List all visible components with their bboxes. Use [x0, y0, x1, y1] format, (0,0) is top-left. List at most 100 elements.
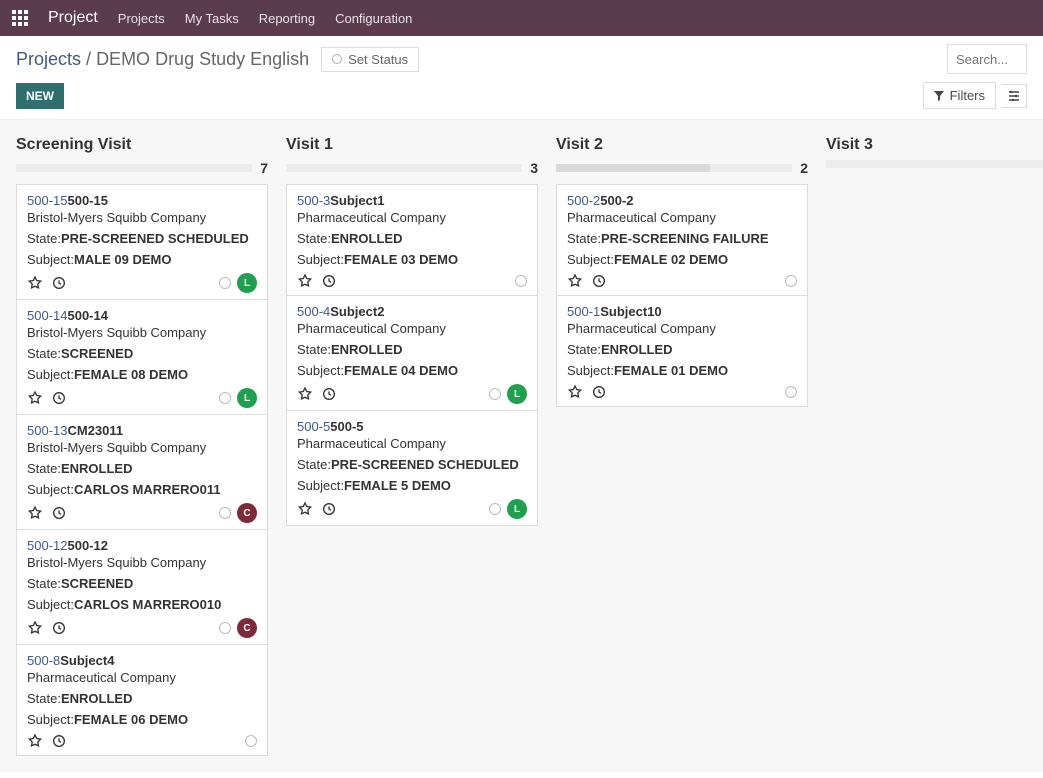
- card-state: State:SCREENED: [27, 346, 257, 361]
- task-card[interactable]: 500-5500-5 Pharmaceutical Company State:…: [286, 410, 538, 526]
- kanban-column: Screening Visit 7 500-15500-15 Bristol-M…: [16, 136, 268, 756]
- card-title[interactable]: 500-13CM23011: [27, 423, 257, 438]
- settings-icon[interactable]: [1002, 84, 1027, 108]
- nav-item[interactable]: Projects: [118, 11, 165, 26]
- task-card[interactable]: 500-2500-2 Pharmaceutical Company State:…: [556, 184, 808, 296]
- card-company: Pharmaceutical Company: [27, 670, 257, 685]
- star-icon[interactable]: [27, 275, 43, 291]
- status-dot[interactable]: [219, 507, 231, 519]
- avatar[interactable]: L: [507, 384, 527, 404]
- column-title[interactable]: Visit 2: [556, 136, 603, 154]
- card-title[interactable]: 500-8Subject4: [27, 653, 257, 668]
- avatar[interactable]: L: [237, 273, 257, 293]
- card-state: State:SCREENED: [27, 576, 257, 591]
- column-progress-bar: [556, 164, 792, 172]
- star-icon[interactable]: [27, 733, 43, 749]
- filters-button[interactable]: Filters: [923, 82, 996, 109]
- column-title[interactable]: Screening Visit: [16, 136, 131, 154]
- card-title[interactable]: 500-5500-5: [297, 419, 527, 434]
- task-card[interactable]: 500-8Subject4 Pharmaceutical Company Sta…: [16, 644, 268, 756]
- clock-icon[interactable]: [51, 390, 67, 406]
- task-card[interactable]: 500-12500-12 Bristol-Myers Squibb Compan…: [16, 529, 268, 645]
- nav-item[interactable]: Reporting: [259, 11, 315, 26]
- star-icon[interactable]: [27, 390, 43, 406]
- status-dot[interactable]: [489, 503, 501, 515]
- card-state: State:ENROLLED: [27, 691, 257, 706]
- clock-icon[interactable]: [591, 384, 607, 400]
- status-dot[interactable]: [245, 735, 257, 747]
- task-card[interactable]: 500-13CM23011 Bristol-Myers Squibb Compa…: [16, 414, 268, 530]
- card-title[interactable]: 500-15500-15: [27, 193, 257, 208]
- card-subject: Subject:FEMALE 06 DEMO: [27, 712, 257, 727]
- status-dot[interactable]: [785, 386, 797, 398]
- nav-item[interactable]: My Tasks: [185, 11, 239, 26]
- new-button[interactable]: NEW: [16, 83, 64, 109]
- star-icon[interactable]: [567, 384, 583, 400]
- avatar[interactable]: C: [237, 503, 257, 523]
- card-state: State:PRE-SCREENED SCHEDULED: [27, 231, 257, 246]
- card-company: Bristol-Myers Squibb Company: [27, 440, 257, 455]
- card-title[interactable]: 500-1Subject10: [567, 304, 797, 319]
- status-dot[interactable]: [515, 275, 527, 287]
- task-card[interactable]: 500-14500-14 Bristol-Myers Squibb Compan…: [16, 299, 268, 415]
- task-card[interactable]: 500-15500-15 Bristol-Myers Squibb Compan…: [16, 184, 268, 300]
- card-subject: Subject:FEMALE 02 DEMO: [567, 252, 797, 267]
- kanban-column: Visit 3: [826, 136, 1043, 756]
- card-title[interactable]: 500-3Subject1: [297, 193, 527, 208]
- nav-item[interactable]: Configuration: [335, 11, 412, 26]
- task-card[interactable]: 500-1Subject10 Pharmaceutical Company St…: [556, 295, 808, 407]
- star-icon[interactable]: [27, 505, 43, 521]
- clock-icon[interactable]: [51, 620, 67, 636]
- card-company: Pharmaceutical Company: [567, 210, 797, 225]
- task-card[interactable]: 500-3Subject1 Pharmaceutical Company Sta…: [286, 184, 538, 296]
- set-status-button[interactable]: Set Status: [321, 47, 419, 72]
- avatar[interactable]: L: [507, 499, 527, 519]
- column-progress-bar: [16, 164, 252, 172]
- kanban-column: Visit 2 2 500-2500-2 Pharmaceutical Comp…: [556, 136, 808, 756]
- card-state: State:ENROLLED: [297, 231, 527, 246]
- star-icon[interactable]: [297, 273, 313, 289]
- card-state: State:PRE-SCREENING FAILURE: [567, 231, 797, 246]
- status-dot[interactable]: [219, 392, 231, 404]
- clock-icon[interactable]: [321, 386, 337, 402]
- card-state: State:PRE-SCREENED SCHEDULED: [297, 457, 527, 472]
- card-title[interactable]: 500-12500-12: [27, 538, 257, 553]
- card-title[interactable]: 500-4Subject2: [297, 304, 527, 319]
- clock-icon[interactable]: [321, 501, 337, 517]
- star-icon[interactable]: [567, 273, 583, 289]
- apps-icon[interactable]: [12, 10, 28, 26]
- star-icon[interactable]: [297, 501, 313, 517]
- clock-icon[interactable]: [51, 733, 67, 749]
- breadcrumb-child: DEMO Drug Study English: [96, 49, 309, 69]
- card-title[interactable]: 500-2500-2: [567, 193, 797, 208]
- search-input[interactable]: [947, 44, 1027, 74]
- star-icon[interactable]: [297, 386, 313, 402]
- funnel-icon: [934, 91, 944, 101]
- card-subject: Subject:FEMALE 03 DEMO: [297, 252, 527, 267]
- status-dot[interactable]: [785, 275, 797, 287]
- avatar[interactable]: L: [237, 388, 257, 408]
- column-title[interactable]: Visit 3: [826, 136, 873, 154]
- card-title[interactable]: 500-14500-14: [27, 308, 257, 323]
- task-card[interactable]: 500-4Subject2 Pharmaceutical Company Sta…: [286, 295, 538, 411]
- card-state: State:ENROLLED: [567, 342, 797, 357]
- status-dot[interactable]: [219, 277, 231, 289]
- column-title[interactable]: Visit 1: [286, 136, 333, 154]
- breadcrumb-parent[interactable]: Projects: [16, 49, 81, 69]
- clock-icon[interactable]: [51, 275, 67, 291]
- clock-icon[interactable]: [591, 273, 607, 289]
- status-dot[interactable]: [219, 622, 231, 634]
- top-nav: Project Projects My Tasks Reporting Configu…: [0, 0, 1043, 36]
- star-icon[interactable]: [27, 620, 43, 636]
- column-progress-bar: [286, 164, 522, 172]
- clock-icon[interactable]: [321, 273, 337, 289]
- card-company: Bristol-Myers Squibb Company: [27, 325, 257, 340]
- card-subject: Subject:FEMALE 5 DEMO: [297, 478, 527, 493]
- avatar[interactable]: C: [237, 618, 257, 638]
- card-subject: Subject:FEMALE 04 DEMO: [297, 363, 527, 378]
- column-count: 7: [260, 160, 268, 176]
- status-dot[interactable]: [489, 388, 501, 400]
- clock-icon[interactable]: [51, 505, 67, 521]
- card-subject: Subject:FEMALE 01 DEMO: [567, 363, 797, 378]
- app-brand[interactable]: Project: [48, 9, 98, 27]
